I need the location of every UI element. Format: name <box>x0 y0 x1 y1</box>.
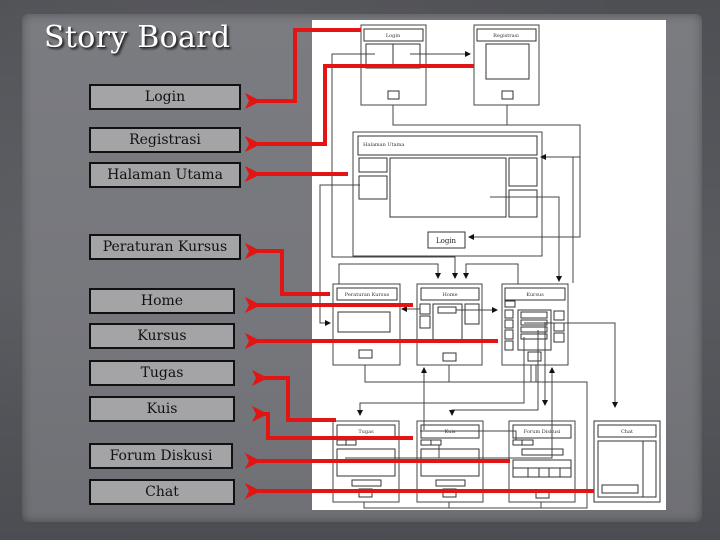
wf-kuis-header: Kuis <box>444 429 455 435</box>
wf-login-header: Login <box>386 33 401 39</box>
arrow-tugas <box>252 370 336 422</box>
arrow-peraturan-kursus <box>245 243 330 296</box>
wf-home-header: Home <box>442 292 457 298</box>
wf-chat-header: Chat <box>621 429 633 435</box>
wf-registrasi-header: Registrasi <box>493 33 519 39</box>
wf-halaman-utama-header: Halaman Utama <box>363 142 404 148</box>
wf-tugas-header: Tugas <box>358 429 374 435</box>
wf-forum-diskusi-header: Forum Diskusi <box>524 429 561 435</box>
wf-kursus-header: Kursus <box>526 292 544 298</box>
wf-halaman-utama-login-button: Login <box>436 237 457 245</box>
wf-peraturan-kursus-header: Peraturan Kursus <box>345 292 390 298</box>
diagram-overlay: Login Registrasi Halaman Utama Login Per… <box>245 24 661 509</box>
